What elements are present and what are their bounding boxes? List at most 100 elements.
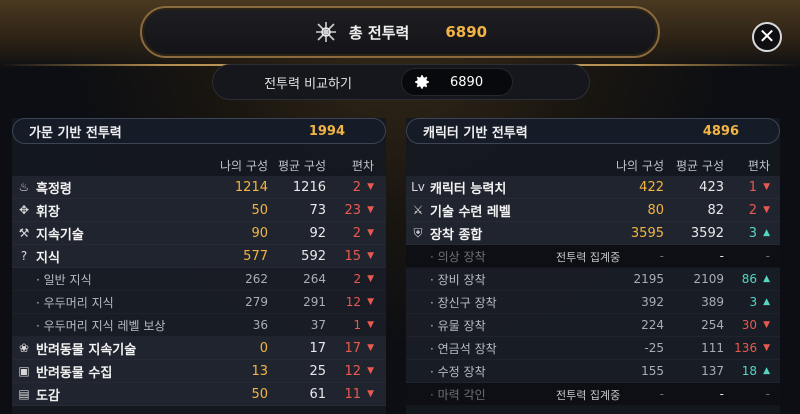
table-row[interactable]: ✥ 휘장 50 73 23 ▼ [12,199,386,222]
triangle-down-icon: ▼ [367,228,374,238]
row-deviation: 2 ▼ [724,203,780,218]
row-name: · 우두머리 지식 레벨 보상 [36,318,166,333]
row-mine-value: 36 [252,318,268,332]
row-mine-value: 50 [251,386,268,402]
row-name: 캐릭터 능력치 [430,181,507,197]
compare-value: 6890 [450,74,484,90]
row-deviation: 86 ▲ [724,272,780,286]
triangle-down-icon: ▼ [763,205,770,215]
row-name: 반려동물 지속기술 [36,342,137,358]
row-mine-value: 3595 [630,225,664,241]
row-deviation: 136 ▼ [724,341,780,355]
row-dev-value: 2 [353,272,362,286]
close-icon: ✕ [758,24,776,48]
table-row: · 우두머리 지식 279 291 12 ▼ [12,291,386,314]
family-power-panel: 가문 기반 전투력 1994 나의 구성 평균 구성 편차 ♨ 흑정령 1214 12… [12,118,386,414]
table-row: · 장비 장착 2195 2109 86 ▲ [406,268,780,291]
col-avg: 평균 구성 [278,158,326,173]
row-deviation: 1 ▼ [724,180,780,195]
row-name: · 장비 장착 [430,272,486,287]
row-name: 지속기술 [36,227,84,243]
row-name: · 연금석 장착 [430,341,497,356]
row-avg-value: 3592 [690,225,724,241]
row-mine-value: 422 [639,179,664,195]
close-button[interactable]: ✕ [752,22,782,52]
row-mine-value: 279 [245,295,268,309]
triangle-down-icon: ▼ [367,343,374,353]
row-dev-value: - [765,249,770,263]
compare-button[interactable]: 6890 [401,68,513,96]
table-row: · 수정 장착 155 137 18 ▲ [406,360,780,383]
row-mine-value: 577 [243,248,268,264]
table-row: · 마력 각인 - - - 전투력 집계중 [406,383,780,406]
row-name: 흑정령 [36,181,72,197]
triangle-up-icon: ▲ [763,366,770,376]
column-header: 나의 구성 평균 구성 편차 [12,154,386,176]
row-deviation: 12 ▼ [326,364,386,379]
row-deviation: - [724,387,780,401]
row-dev-value: 30 [741,318,758,332]
row-name: 장착 종합 [430,227,483,243]
table-row[interactable]: ? 지식 577 592 15 ▼ [12,245,386,268]
table-row[interactable]: ⚔ 기술 수련 레벨 80 82 2 ▼ [406,199,780,222]
armor-icon: ⛨ [413,225,423,240]
row-mine-value: 262 [245,272,268,286]
row-avg-value: 17 [309,340,326,356]
crossed-swords-icon: ⚔ [412,203,424,217]
panel-total: 1994 [308,123,345,139]
row-deviation: 3 ▲ [724,226,780,241]
table-row[interactable]: ▤ 도감 50 61 11 ▼ [12,383,386,406]
row-avg-value: - [719,249,724,263]
table-row[interactable]: ⚒ 지속기술 90 92 2 ▼ [12,222,386,245]
row-deviation: 17 ▼ [326,341,386,356]
row-dev-value: 2 [748,202,758,218]
row-avg-value: 423 [699,179,724,195]
row-deviation: 30 ▼ [724,318,780,332]
panel-total: 4896 [702,123,739,139]
triangle-down-icon: ▼ [763,320,770,330]
family-power-rows: ♨ 흑정령 1214 1216 2 ▼ ✥ 휘장 50 73 23 ▼ ⚒ 지속기술 90 92 2 ▼? 지식 57… [12,176,386,406]
table-row[interactable]: ♨ 흑정령 1214 1216 2 ▼ [12,176,386,199]
row-dev-value: 3 [748,225,758,241]
row-dev-value: 18 [741,364,758,378]
table-row: · 장신구 장착 392 389 3 ▲ [406,291,780,314]
row-deviation: 11 ▼ [326,387,386,402]
triangle-down-icon: ▼ [367,320,374,330]
table-row: · 일반 지식 262 264 2 ▼ [12,268,386,291]
row-dev-value: 23 [344,202,362,218]
row-dev-value: 1 [353,318,362,332]
row-dev-value: 136 [734,341,758,355]
triangle-down-icon: ▼ [763,182,770,192]
row-name: 기술 수련 레벨 [430,204,511,220]
row-mine-value: 1214 [234,179,268,195]
row-deviation: 2 ▼ [326,180,386,195]
table-row[interactable]: ⛨ 장착 종합 3595 3592 3 ▲ [406,222,780,245]
row-mine-value: 90 [251,225,268,241]
row-name: 지식 [36,250,60,266]
row-dev-value: - [765,387,770,401]
table-row[interactable]: Lv 캐릭터 능력치 422 423 1 ▼ [406,176,780,199]
triangle-up-icon: ▲ [763,297,770,307]
page-title: 총 전투력 [348,23,410,42]
row-dev-value: 1 [748,179,758,195]
row-deviation: 2 ▼ [326,272,386,286]
triangle-down-icon: ▼ [367,366,374,376]
row-mine-value: 155 [641,364,664,378]
panel-title: 캐릭터 기반 전투력 [423,125,528,141]
row-avg-value: 25 [309,363,326,379]
triangle-down-icon: ▼ [367,182,374,192]
row-name: 휘장 [36,204,60,220]
row-mine-value: 0 [259,340,268,356]
triangle-down-icon: ▼ [367,297,374,307]
column-header: 나의 구성 평균 구성 편차 [406,154,780,176]
aggregating-note: 전투력 집계중 [556,389,621,402]
row-dev-value: 15 [344,248,362,264]
total-power-plate: 총 전투력 6890 [140,6,660,58]
row-avg-value: 264 [303,272,326,286]
row-deviation: 15 ▼ [326,249,386,264]
table-row[interactable]: ❀ 반려동물 지속기술 0 17 17 ▼ [12,337,386,360]
row-mine-value: 80 [647,202,664,218]
col-dev: 편차 [351,158,374,173]
row-avg-value: 1216 [292,179,326,195]
table-row[interactable]: ▣ 반려동물 수집 13 25 12 ▼ [12,360,386,383]
